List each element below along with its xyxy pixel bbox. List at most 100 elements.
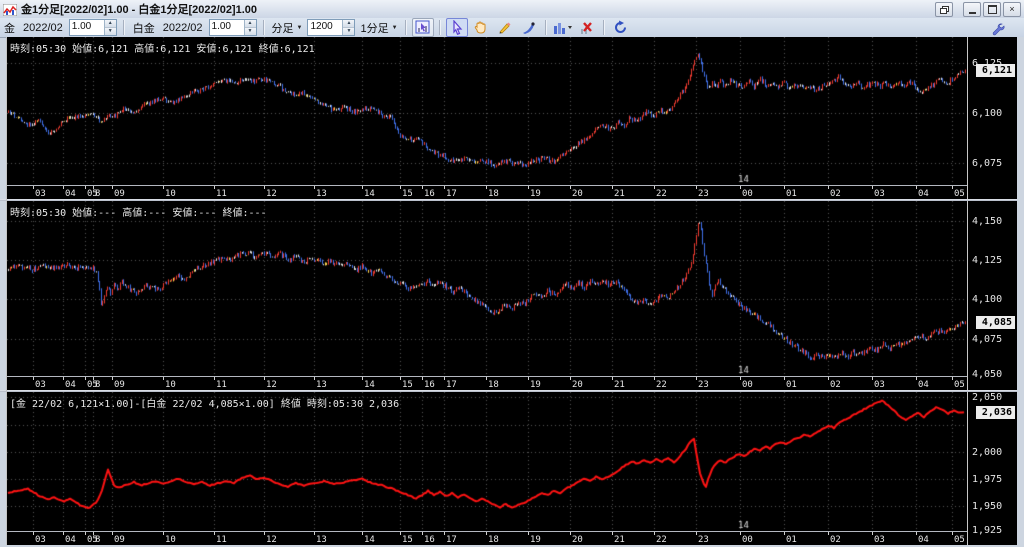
x-axis-label: 02 [830,380,841,390]
float-window-button[interactable] [935,2,953,17]
x-axis-tick [612,377,613,380]
x-axis-tick [93,186,94,189]
x-axis-tick [422,377,423,380]
x-axis-tick [486,532,487,535]
x-axis-tick [85,186,86,189]
cascade-icon [939,5,949,14]
x-axis-label: 04 [918,189,929,199]
gold-ratio-spinbox[interactable]: 1.00 ▲ ▼ [68,19,117,36]
title-bar: 金1分足[2022/02]1.00 - 白金1分足[2022/02]1.00 × [0,0,1024,19]
x-axis-label: 11 [216,189,227,199]
platinum-ratio-value[interactable]: 1.00 [210,20,244,35]
x-axis-label: 16 [424,189,435,199]
x-axis-tick [570,377,571,380]
x-axis-label: 09 [114,535,125,545]
x-axis-label: 04 [918,380,929,390]
platinum-candles-chart[interactable] [7,201,967,376]
pencil-button[interactable] [494,18,516,37]
x-axis-label: 04 [918,535,929,545]
x-axis-label: 09 [114,380,125,390]
x-axis-tick [85,532,86,535]
bar-type-dropdown[interactable]: 分足 ▼ [272,20,303,36]
platinum-ratio-down-button[interactable]: ▼ [244,28,256,35]
bar-count-up-button[interactable]: ▲ [343,20,355,28]
x-axis-tick [784,532,785,535]
gold-candles-chart[interactable] [7,37,967,185]
x-axis-tick [612,532,613,535]
bar-count-value[interactable]: 1200 [308,20,342,35]
price-axis-label: 6,075 [972,158,1003,169]
maximize-button[interactable] [983,2,1001,17]
gold-ratio-down-button[interactable]: ▼ [104,28,116,35]
bar-style-button[interactable] [552,18,574,37]
x-axis-tick [784,186,785,189]
platinum-time-axis: 03 04 05 8 09 10 11 12 13 14 15 16 17 18 19 20 21 22 23 00 0… [7,376,967,390]
x-axis-label: 20 [572,535,583,545]
x-axis-tick [740,532,741,535]
x-axis-tick [264,532,265,535]
x-axis-tick [952,532,953,535]
x-axis-tick [314,186,315,189]
reload-button[interactable] [610,18,632,37]
hand-icon [474,21,486,34]
bar-count-spinbox[interactable]: 1200 ▲ ▼ [307,19,356,36]
x-axis-label: 14 [364,189,375,199]
x-axis-label: 23 [698,535,709,545]
x-axis-tick [214,186,215,189]
close-button[interactable]: × [1003,2,1021,17]
bar-count-down-button[interactable]: ▼ [343,28,355,35]
x-axis-tick [314,532,315,535]
chevron-down-icon: ▼ [391,24,398,31]
x-axis-tick [828,186,829,189]
chart-window: 金1分足[2022/02]1.00 - 白金1分足[2022/02]1.00 ×… [0,0,1024,547]
minimize-button[interactable] [963,2,981,17]
x-axis-tick [33,532,34,535]
x-axis-tick [570,186,571,189]
x-axis-label: 03 [35,535,46,545]
pan-hand-button[interactable] [470,18,492,37]
price-axis-label: 4,125 [972,255,1003,267]
x-axis-label: 01 [786,535,797,545]
x-axis-label: 8 [95,380,101,390]
x-axis-label: 10 [165,380,176,390]
x-axis-tick [740,377,741,380]
chart-cursor-icon [415,20,430,34]
refresh-icon [615,20,627,33]
x-axis-label: 17 [446,189,457,199]
x-axis-tick [163,532,164,535]
x-axis-tick [93,532,94,535]
x-axis-tick [654,377,655,380]
gold-ratio-up-button[interactable]: ▲ [104,20,116,28]
spread-line-chart[interactable] [7,392,967,531]
platinum-ratio-spinbox[interactable]: 1.00 ▲ ▼ [208,19,257,36]
x-axis-label: 04 [65,189,76,199]
chart-cursor-button[interactable] [411,18,434,37]
x-axis-tick [952,186,953,189]
select-arrow-button[interactable] [445,18,468,37]
gold-label: 金 [4,22,15,35]
x-axis-label: 8 [95,189,101,199]
platinum-month[interactable]: 2022/02 [163,22,203,34]
gold-ratio-value[interactable]: 1.00 [70,20,104,35]
interval-dropdown[interactable]: 1分足 ▼ [360,20,397,36]
settings-wrench-button[interactable] [987,19,1009,38]
toolbar-separator [544,20,547,35]
x-axis-label: 20 [572,380,583,390]
delete-x-icon [581,22,592,34]
gold-month[interactable]: 2022/02 [23,22,63,34]
x-axis-tick [872,377,873,380]
x-axis-tick [828,377,829,380]
x-axis-tick [916,377,917,380]
x-axis-tick [163,186,164,189]
plot-left-border [6,37,7,545]
price-axis-label: 6,100 [972,108,1003,119]
x-axis-tick [33,186,34,189]
x-axis-tick [872,532,873,535]
x-axis-label: 03 [874,380,885,390]
delete-drawings-button[interactable] [576,18,598,37]
platinum-ratio-up-button[interactable]: ▲ [244,20,256,28]
brush-button[interactable] [518,18,540,37]
price-axis-label: 1,975 [972,473,1003,485]
x-axis-label: 11 [216,380,227,390]
x-axis-label: 16 [424,380,435,390]
